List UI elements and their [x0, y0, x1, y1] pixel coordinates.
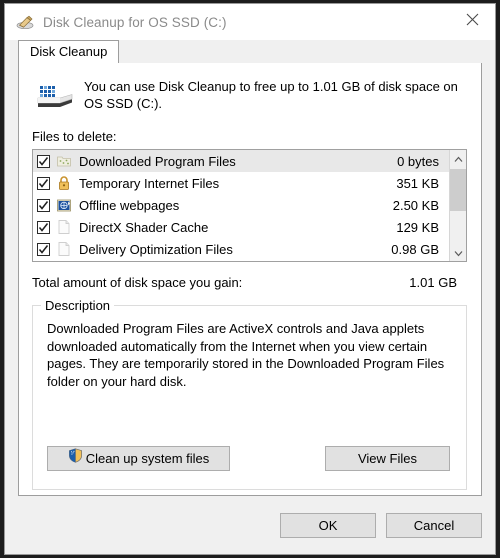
disk-cleanup-icon	[16, 13, 34, 31]
scrollbar-track[interactable]	[450, 167, 466, 244]
clean-up-system-files-label: Clean up system files	[85, 451, 210, 466]
files-to-delete-label: Files to delete:	[32, 129, 117, 144]
total-disk-space-row: Total amount of disk space you gain: 1.0…	[32, 275, 467, 290]
scrollbar-thumb[interactable]	[450, 169, 466, 211]
list-item[interactable]: DirectX Shader Cache 129 KB	[33, 216, 449, 238]
list-item[interactable]: Delivery Optimization Files 0.98 GB	[33, 238, 449, 260]
list-scrollbar[interactable]	[449, 150, 466, 261]
list-item-name: Temporary Internet Files	[79, 175, 220, 191]
scroll-up-button[interactable]	[450, 150, 466, 167]
document-icon	[56, 241, 72, 257]
tab-label: Disk Cleanup	[30, 44, 108, 59]
list-item-size: 351 KB	[396, 175, 439, 191]
list-item-name: Delivery Optimization Files	[79, 241, 233, 257]
document-icon	[56, 219, 72, 235]
list-item-size: 129 KB	[396, 219, 439, 235]
tab-page-disk-cleanup: You can use Disk Cleanup to free up to 1…	[18, 63, 482, 496]
chevron-down-icon	[454, 244, 463, 262]
list-item[interactable]: Offline webpages 2.50 KB	[33, 194, 449, 216]
tab-strip: Disk Cleanup	[5, 40, 495, 63]
list-item[interactable]: Temporary Internet Files 351 KB	[33, 172, 449, 194]
tab-disk-cleanup[interactable]: Disk Cleanup	[18, 40, 120, 63]
title-bar: Disk Cleanup for OS SSD (C:)	[5, 4, 495, 40]
row-checkbox[interactable]	[37, 176, 50, 190]
description-text: Downloaded Program Files are ActiveX con…	[47, 321, 445, 389]
clean-up-system-files-button[interactable]: Clean up system files	[47, 446, 230, 471]
dialog-footer: OK Cancel	[5, 496, 495, 554]
ok-label: OK	[318, 517, 338, 533]
scroll-down-button[interactable]	[450, 244, 466, 261]
list-item-size: 2.50 KB	[392, 197, 439, 213]
list-item-name: Offline webpages	[79, 197, 180, 213]
row-checkbox[interactable]	[37, 198, 50, 212]
list-item-size: 0 bytes	[397, 153, 439, 169]
list-item-name: DirectX Shader Cache	[79, 219, 209, 235]
row-checkbox[interactable]	[37, 242, 50, 256]
offline-webpages-icon	[56, 197, 72, 213]
view-files-label: View Files	[357, 451, 417, 466]
hard-drive-icon	[32, 79, 76, 115]
total-label: Total amount of disk space you gain:	[32, 275, 243, 290]
files-to-delete-list[interactable]: Downloaded Program Files 0 bytes Tempora…	[32, 149, 467, 262]
downloaded-program-files-icon	[56, 153, 72, 169]
list-items-container: Downloaded Program Files 0 bytes Tempora…	[33, 150, 449, 261]
cancel-button[interactable]: Cancel	[386, 512, 482, 538]
ok-button[interactable]: OK	[280, 512, 376, 538]
list-item[interactable]	[33, 260, 449, 261]
window-title: Disk Cleanup for OS SSD (C:)	[43, 14, 227, 30]
description-buttons: Clean up system files View Files	[33, 446, 466, 471]
list-item-size: 0.98 GB	[391, 241, 439, 257]
total-value: 1.01 GB	[409, 275, 457, 290]
description-group: Description Downloaded Program Files are…	[32, 298, 467, 490]
description-legend: Description	[41, 298, 115, 313]
close-icon	[466, 13, 479, 31]
cancel-label: Cancel	[413, 517, 455, 533]
uac-shield-icon	[68, 447, 83, 470]
disk-cleanup-dialog: Disk Cleanup for OS SSD (C:) Disk Cleanu…	[4, 3, 496, 555]
list-item[interactable]: Downloaded Program Files 0 bytes	[33, 150, 449, 172]
row-checkbox[interactable]	[37, 154, 50, 168]
list-item-name: Downloaded Program Files	[79, 153, 236, 169]
view-files-button[interactable]: View Files	[325, 446, 450, 471]
chevron-up-icon	[454, 150, 463, 168]
close-button[interactable]	[450, 4, 495, 40]
padlock-icon	[56, 175, 72, 191]
row-checkbox[interactable]	[37, 220, 50, 234]
header-blurb: You can use Disk Cleanup to free up to 1…	[19, 63, 481, 115]
header-message: You can use Disk Cleanup to free up to 1…	[84, 79, 458, 111]
